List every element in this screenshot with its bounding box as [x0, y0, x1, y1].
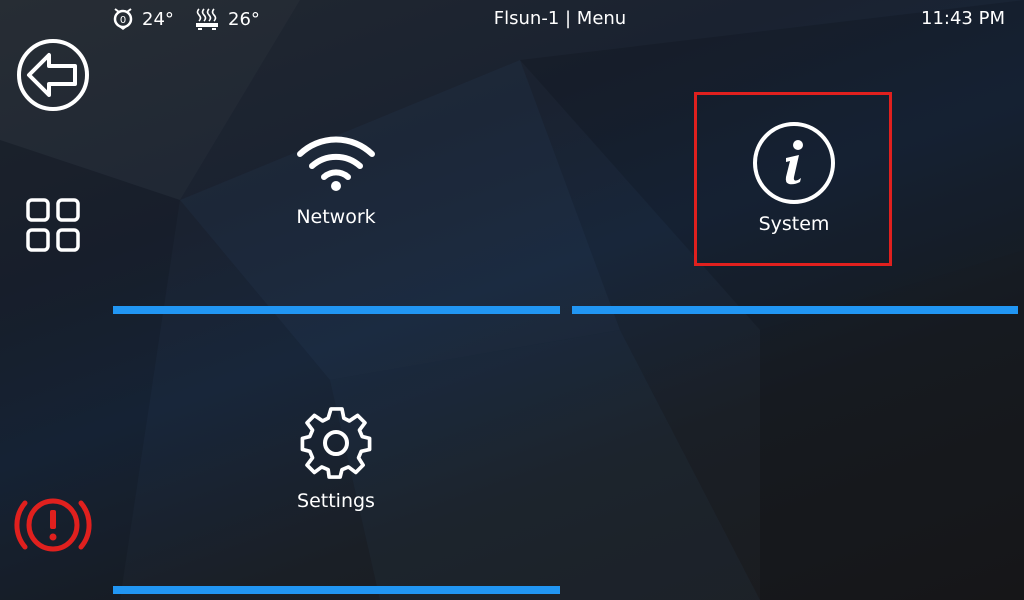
- grid-icon: [25, 197, 81, 253]
- wifi-icon: [296, 132, 376, 196]
- background-pattern: [0, 0, 1024, 600]
- gear-icon: [297, 404, 375, 486]
- network-label: Network: [296, 206, 376, 228]
- main-menu-button[interactable]: [13, 194, 93, 256]
- emergency-stop-button[interactable]: [13, 488, 93, 562]
- back-arrow-icon: [15, 37, 91, 113]
- network-tile[interactable]: Network: [236, 132, 436, 228]
- clock: 11:43 PM: [921, 8, 1005, 29]
- status-bar: 0 24° 26° Flsun-1 | Menu 11:43 PM: [0, 0, 1024, 40]
- system-tile[interactable]: System: [694, 121, 894, 235]
- info-icon: [752, 121, 836, 209]
- network-tile-bar: [113, 306, 560, 314]
- emergency-stop-icon: [13, 490, 93, 560]
- settings-label: Settings: [297, 490, 375, 512]
- back-button[interactable]: [13, 36, 93, 114]
- page-title: Flsun-1 | Menu: [493, 8, 627, 29]
- system-label: System: [758, 213, 830, 235]
- system-tile-bar: [572, 306, 1018, 314]
- settings-tile[interactable]: Settings: [236, 404, 436, 512]
- settings-tile-bar: [113, 586, 560, 594]
